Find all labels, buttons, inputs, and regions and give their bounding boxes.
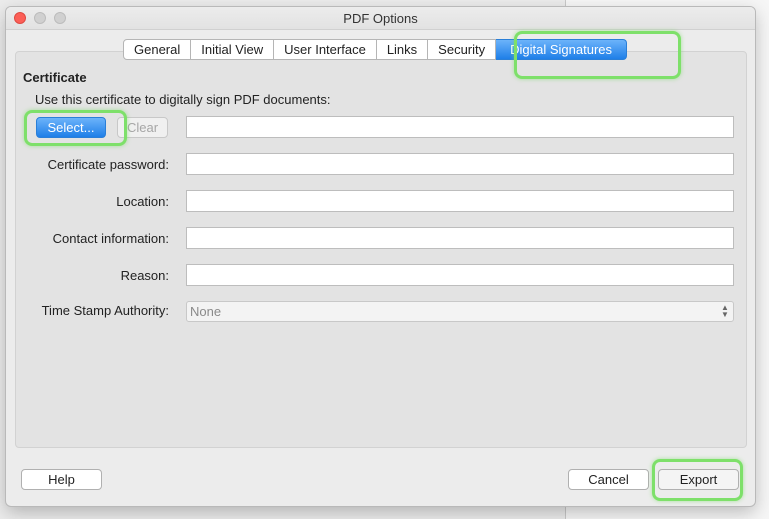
time-stamp-authority-value: None bbox=[190, 304, 222, 319]
tab-general[interactable]: General bbox=[123, 39, 192, 60]
tab-links[interactable]: Links bbox=[376, 39, 429, 60]
certificate-section-title: Certificate bbox=[23, 70, 87, 85]
clear-certificate-button[interactable]: Clear bbox=[117, 117, 168, 138]
window-title: PDF Options bbox=[343, 11, 418, 26]
location-label: Location: bbox=[116, 194, 169, 209]
time-stamp-authority-label: Time Stamp Authority: bbox=[41, 303, 169, 318]
reason-input[interactable] bbox=[186, 264, 734, 286]
tab-user-interface[interactable]: User Interface bbox=[274, 39, 377, 60]
contact-information-input[interactable] bbox=[186, 227, 734, 249]
certificate-description: Use this certificate to digitally sign P… bbox=[35, 92, 331, 107]
tab-bar: General Initial View User Interface Link… bbox=[123, 39, 628, 60]
titlebar: PDF Options bbox=[6, 7, 755, 30]
help-button[interactable]: Help bbox=[21, 469, 102, 490]
tab-security[interactable]: Security bbox=[428, 39, 497, 60]
cancel-button[interactable]: Cancel bbox=[568, 469, 649, 490]
tab-content-panel bbox=[15, 51, 747, 448]
certificate-field[interactable] bbox=[186, 116, 734, 138]
certificate-password-label: Certificate password: bbox=[47, 157, 169, 172]
pdf-options-dialog: PDF Options General Initial View User In… bbox=[6, 7, 755, 506]
export-button[interactable]: Export bbox=[658, 469, 739, 490]
contact-information-label: Contact information: bbox=[52, 231, 169, 246]
certificate-password-input[interactable] bbox=[186, 153, 734, 175]
tab-digital-signatures[interactable]: Digital Signatures bbox=[496, 39, 628, 60]
location-input[interactable] bbox=[186, 190, 734, 212]
tab-initial-view[interactable]: Initial View bbox=[191, 39, 275, 60]
select-certificate-button[interactable]: Select... bbox=[36, 117, 106, 138]
reason-label: Reason: bbox=[120, 268, 169, 283]
up-down-arrows-icon: ▲ ▼ bbox=[721, 303, 729, 319]
time-stamp-authority-select[interactable]: None ▲ ▼ bbox=[186, 301, 734, 322]
